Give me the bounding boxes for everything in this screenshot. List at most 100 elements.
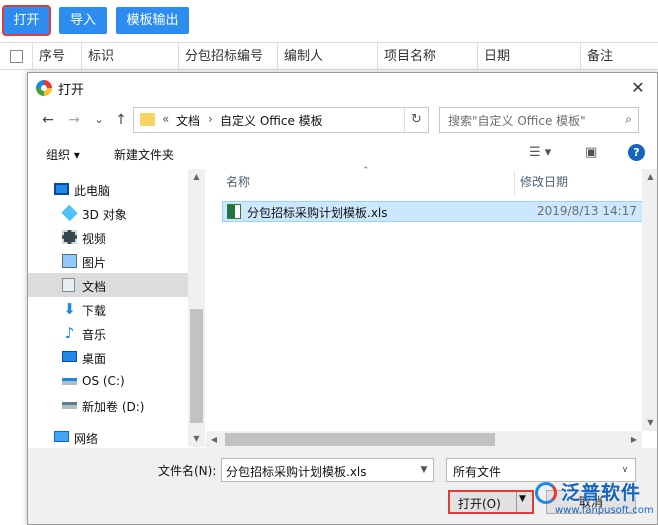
brand-logo-icon [535,482,557,504]
open-button-label: 打开(O) [458,497,501,511]
up-arrow-icon[interactable]: ↑ [111,111,131,129]
select-all-cell [0,43,33,70]
nav-item-pictures[interactable]: 图片 [28,249,188,273]
nav-item-videos[interactable]: 视频 [28,225,188,249]
scroll-left-icon[interactable]: ◀ [206,431,222,448]
new-folder-button[interactable]: 新建文件夹 [114,146,174,163]
scroll-up-icon[interactable]: ▲ [642,169,657,185]
filename-label: 文件名(N): [158,464,217,478]
nav-item-3d-objects[interactable]: 3D 对象 [28,201,188,225]
scrollbar-thumb[interactable] [190,309,203,423]
open-options-chevron-icon[interactable]: ▼ [519,494,526,504]
recent-locations-chevron-icon[interactable]: ⌄ [89,111,109,129]
navigation-scrollbar[interactable]: ▲ ▼ [188,169,205,447]
nav-item-music[interactable]: ♪ 音乐 [28,321,188,345]
preview-pane-icon[interactable]: ▣ [585,145,597,160]
file-modified-date: 2019/8/13 14:17 [537,204,637,218]
column-header-modified[interactable]: 修改日期 [520,171,568,193]
nav-item-label: 桌面 [82,352,107,366]
cube-icon [61,204,78,222]
dialog-title-bar: 打开 ✕ [28,73,657,103]
template-export-button[interactable]: 模板输出 [116,7,189,34]
breadcrumb-documents[interactable]: 文档 [176,112,200,129]
scroll-up-icon[interactable]: ▲ [188,169,205,185]
app-toolbar: 打开 导入 模板输出 [0,0,658,40]
nav-item-label: 下载 [82,304,107,318]
nav-item-drive-d[interactable]: 新加卷 (D:) [28,393,188,417]
refresh-icon[interactable]: ↻ [404,108,428,132]
column-header[interactable]: 序号 [33,43,82,70]
picture-icon [62,254,77,268]
select-all-checkbox[interactable] [10,50,23,63]
nav-item-documents[interactable]: 文档 [28,273,188,297]
document-icon [62,278,75,292]
brand-name: 泛普软件 [561,482,642,504]
nav-item-label: 新加卷 (D:) [82,400,145,414]
drive-icon [62,402,77,409]
sort-ascending-icon: ⌃ [362,166,370,176]
organize-menu[interactable]: 组织 ▾ [46,146,80,163]
nav-item-downloads[interactable]: ⬇ 下载 [28,297,188,321]
file-list-vertical-scrollbar[interactable]: ▲ ▼ [642,169,657,431]
brand-url: www.fanpusoft.com [555,505,654,516]
back-arrow-icon[interactable]: ← [38,111,58,129]
nav-item-label: 视频 [82,232,107,246]
navigation-pane: 此电脑 3D 对象 视频 图片 文档 ⬇ 下载 ♪ 音乐 桌面 OS (C:) … [28,169,205,447]
filename-input[interactable]: 分包招标采购计划模板.xls ▼ [221,458,434,482]
app-logo-icon [36,80,52,96]
column-header[interactable]: 标识 [82,43,179,70]
folder-icon [140,113,155,126]
help-icon[interactable]: ? [628,144,645,161]
column-divider[interactable] [514,171,515,195]
nav-item-label: 网络 [74,432,99,446]
search-placeholder: 搜索"自定义 Office 模板" [448,114,586,128]
network-icon [54,431,69,442]
address-overflow-icon[interactable]: « [162,112,169,126]
address-bar[interactable]: « 文档 › 自定义 Office 模板 ↻ [133,107,429,133]
column-header[interactable]: 备注 [581,43,658,70]
nav-item-label: 3D 对象 [82,208,127,222]
breadcrumb-custom-templates[interactable]: 自定义 Office 模板 [220,112,323,129]
column-header[interactable]: 分包招标编号 [179,43,278,70]
file-list: 名称 ⌃ 修改日期 分包招标采购计划模板.xls 2019/8/13 14:17 [206,166,650,431]
scrollbar-thumb[interactable] [225,433,495,446]
nav-item-drive-c[interactable]: OS (C:) [28,369,188,393]
command-bar: 组织 ▾ 新建文件夹 ☰ ▾ ▣ ? [28,137,657,169]
split-divider [516,492,517,512]
file-row[interactable]: 分包招标采购计划模板.xls 2019/8/13 14:17 [222,201,650,222]
scroll-down-icon[interactable]: ▼ [642,415,657,431]
drive-icon [62,378,77,385]
computer-icon [54,183,69,195]
nav-item-desktop[interactable]: 桌面 [28,345,188,369]
column-header[interactable]: 编制人 [278,43,378,70]
column-header-name[interactable]: 名称 [226,171,250,193]
column-header[interactable]: 项目名称 [378,43,478,70]
file-list-horizontal-scrollbar[interactable]: ◀ ▶ [206,431,642,448]
nav-item-label: 图片 [82,256,107,270]
download-icon: ⬇ [63,300,76,318]
open-file-dialog: 打开 ✕ ← → ⌄ ↑ « 文档 › 自定义 Office 模板 ↻ 搜索"自… [27,72,658,525]
view-options-icon[interactable]: ☰ ▾ [529,145,551,160]
nav-item-network[interactable]: 网络 [28,425,188,449]
desktop-icon [62,351,77,362]
dialog-open-button[interactable]: 打开(O) ▼ [448,490,534,514]
scroll-down-icon[interactable]: ▼ [188,431,205,447]
nav-item-label: 文档 [82,280,107,294]
chevron-down-icon[interactable]: ▼ [415,459,433,481]
import-button[interactable]: 导入 [59,7,107,34]
dialog-title: 打开 [58,83,85,98]
screen: 打开 导入 模板输出 序号 标识 分包招标编号 编制人 项目名称 日期 备注 打… [0,0,658,525]
breadcrumb-separator-icon[interactable]: › [208,112,213,126]
nav-item-label: OS (C:) [82,374,125,388]
navigation-bar: ← → ⌄ ↑ « 文档 › 自定义 Office 模板 ↻ 搜索"自定义 Of… [28,103,657,137]
open-button[interactable]: 打开 [2,5,51,36]
search-input[interactable]: 搜索"自定义 Office 模板" ⌕ [439,107,639,133]
forward-arrow-icon[interactable]: → [64,111,84,129]
scroll-right-icon[interactable]: ▶ [626,431,642,448]
file-name: 分包招标采购计划模板.xls [247,206,388,220]
filename-value: 分包招标采购计划模板.xls [226,465,367,479]
search-icon[interactable]: ⌕ [625,112,632,127]
nav-item-this-pc[interactable]: 此电脑 [28,177,188,201]
column-header[interactable]: 日期 [478,43,581,70]
close-icon[interactable]: ✕ [625,75,651,101]
